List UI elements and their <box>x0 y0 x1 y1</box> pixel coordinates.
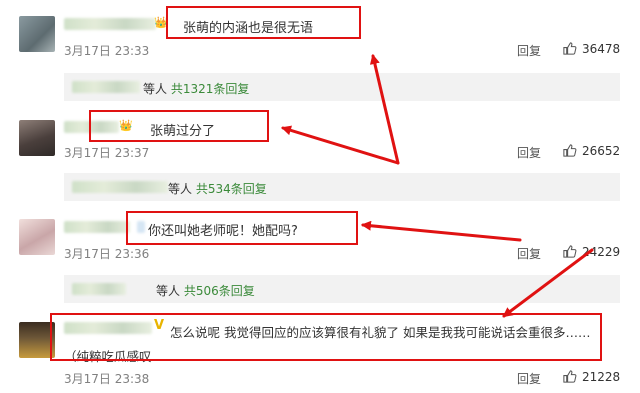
arrow-line <box>502 248 594 318</box>
annotation-arrows <box>281 54 594 318</box>
arrow-line <box>281 125 400 165</box>
arrow-line <box>361 220 522 242</box>
arrow-line <box>369 54 400 165</box>
